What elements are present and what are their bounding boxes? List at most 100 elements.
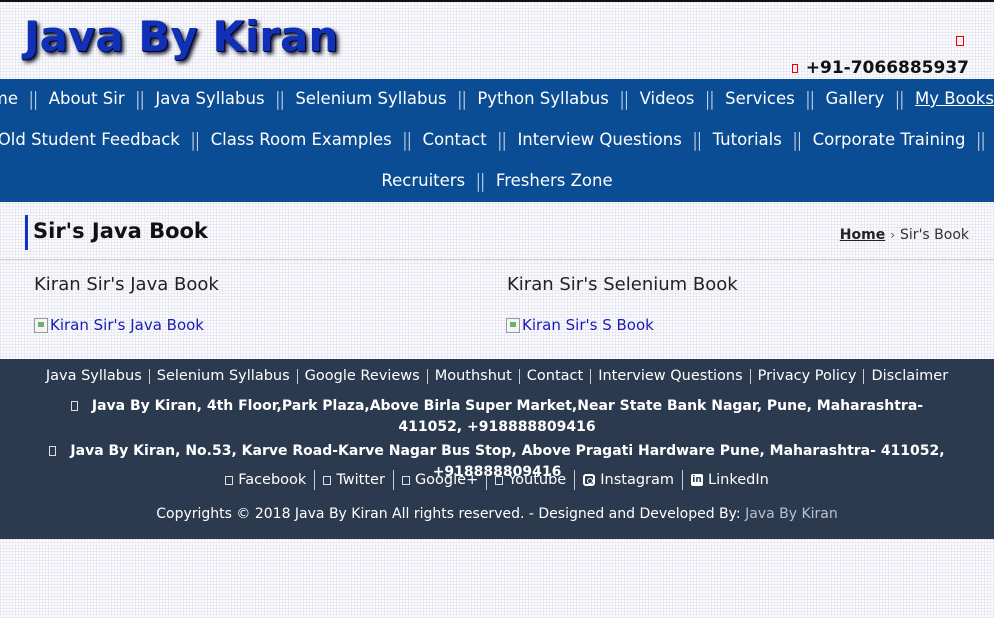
nav-java-syllabus[interactable]: Java Syllabus	[155, 89, 264, 108]
nav-separator: ||	[619, 90, 629, 111]
nav-separator: ||	[476, 172, 485, 193]
nav-separator: ||	[402, 131, 412, 152]
selenium-book-heading: Kiran Sir's Selenium Book	[507, 274, 738, 295]
broken-image-icon	[506, 317, 520, 333]
nav-freshers-zone[interactable]: Freshers Zone	[496, 171, 613, 190]
site-header: Java By Kiran +91-7066885937	[0, 2, 994, 79]
social-facebook-link[interactable]: Facebook	[225, 472, 306, 488]
footer-separator	[518, 368, 520, 384]
nav-my-books[interactable]: My Books	[915, 89, 994, 108]
footer-address-1: Java By Kiran, 4th Floor,Park Plaza,Abov…	[0, 396, 994, 438]
facebook-icon	[225, 475, 234, 485]
social-separator	[574, 470, 576, 490]
nav-corporate-training[interactable]: Corporate Training	[813, 130, 966, 149]
breadcrumb-current: Sir's Book	[900, 227, 969, 243]
footer-separator	[296, 368, 298, 384]
youtube-label: Youtube	[508, 472, 567, 488]
nav-about-sir[interactable]: About Sir	[49, 89, 125, 108]
site-footer: Java Syllabus Selenium Syllabus Google R…	[0, 359, 994, 539]
breadcrumb-separator: ›	[890, 228, 896, 242]
copyright-text: Copyrights © 2018 Java By Kiran All righ…	[0, 506, 994, 522]
google-plus-icon	[401, 475, 410, 485]
java-book-image-alt[interactable]: Kiran Sir's Java Book	[50, 316, 204, 334]
nav-separator: ||	[29, 90, 38, 111]
nav-python-syllabus[interactable]: Python Syllabus	[477, 89, 608, 108]
social-linkedin-link[interactable]: in LinkedIn	[691, 472, 769, 488]
footer-separator	[590, 368, 592, 384]
youtube-icon	[495, 475, 504, 485]
linkedin-icon: in	[691, 474, 704, 486]
nav-class-room-examples[interactable]: Class Room Examples	[211, 130, 392, 149]
footer-link-google-reviews[interactable]: Google Reviews	[305, 368, 420, 384]
footer-separator	[148, 368, 150, 384]
nav-recruiters[interactable]: Recruiters	[381, 171, 465, 190]
nav-tutorials[interactable]: Tutorials	[713, 130, 782, 149]
instagram-icon	[583, 474, 596, 486]
social-separator	[314, 470, 316, 490]
footer-separator	[863, 368, 865, 384]
footer-link-privacy-policy[interactable]: Privacy Policy	[758, 368, 857, 384]
social-instagram-link[interactable]: Instagram	[583, 472, 674, 488]
developer-credit-link[interactable]: Java By Kiran	[745, 506, 838, 522]
footer-link-java-syllabus[interactable]: Java Syllabus	[46, 368, 142, 384]
social-separator	[486, 470, 488, 490]
footer-link-mouthshut[interactable]: Mouthshut	[435, 368, 512, 384]
address-1-text: Java By Kiran, 4th Floor,Park Plaza,Abov…	[91, 398, 924, 435]
nav-gallery[interactable]: Gallery	[826, 89, 885, 108]
nav-separator: ||	[135, 90, 145, 111]
social-separator	[392, 470, 394, 490]
nav-separator: ||	[976, 131, 986, 152]
nav-home[interactable]: Home	[0, 89, 18, 108]
footer-separator	[426, 368, 428, 384]
selenium-book-image-alt[interactable]: Kiran Sir's S Book	[522, 316, 654, 334]
java-book-heading: Kiran Sir's Java Book	[34, 274, 219, 295]
phone-number: +91-7066885937	[805, 58, 969, 78]
social-links: Facebook Twitter Google+ Youtube Instagr…	[0, 470, 994, 490]
footer-link-disclaimer[interactable]: Disclaimer	[871, 368, 948, 384]
footer-link-interview-questions[interactable]: Interview Questions	[598, 368, 742, 384]
nav-separator: ||	[497, 131, 507, 152]
copyright-statement: Copyrights © 2018 Java By Kiran All righ…	[156, 506, 741, 522]
facebook-label: Facebook	[238, 472, 307, 488]
page-title: Sir's Java Book	[33, 219, 208, 243]
nav-services[interactable]: Services	[725, 89, 795, 108]
nav-contact[interactable]: Contact	[422, 130, 486, 149]
selenium-book-image-link[interactable]: Kiran Sir's S Book	[506, 316, 654, 334]
nav-videos[interactable]: Videos	[640, 89, 695, 108]
java-book-image-link[interactable]: Kiran Sir's Java Book	[34, 316, 204, 334]
nav-separator: ||	[457, 90, 467, 111]
social-twitter-link[interactable]: Twitter	[323, 472, 385, 488]
nav-separator: ||	[275, 90, 285, 111]
twitter-icon	[323, 475, 332, 485]
location-icon	[70, 401, 78, 411]
nav-interview-questions[interactable]: Interview Questions	[517, 130, 681, 149]
breadcrumb: Home › Sir's Book	[840, 227, 969, 243]
site-logo[interactable]: Java By Kiran	[24, 12, 338, 61]
footer-separator	[749, 368, 751, 384]
broken-glyph-icon	[956, 36, 964, 46]
nav-selenium-syllabus[interactable]: Selenium Syllabus	[295, 89, 446, 108]
breadcrumb-home-link[interactable]: Home	[840, 227, 885, 243]
social-separator	[682, 470, 684, 490]
nav-row-1: Home || About Sir || Java Syllabus || Se…	[0, 89, 994, 111]
location-icon	[49, 446, 57, 456]
title-accent-bar	[25, 215, 28, 250]
phone-icon	[791, 63, 798, 73]
google-plus-label: Google+	[414, 472, 479, 488]
linkedin-label: LinkedIn	[708, 472, 769, 488]
nav-separator: ||	[792, 131, 802, 152]
nav-old-student-feedback[interactable]: Old Student Feedback	[0, 130, 180, 149]
main-navigation: Home || About Sir || Java Syllabus || Se…	[0, 79, 994, 202]
header-phone: +91-7066885937	[791, 58, 969, 78]
footer-link-selenium-syllabus[interactable]: Selenium Syllabus	[157, 368, 290, 384]
footer-links: Java Syllabus Selenium Syllabus Google R…	[0, 368, 994, 384]
footer-link-contact[interactable]: Contact	[527, 368, 583, 384]
nav-row-2: Old Student Feedback || Class Room Examp…	[0, 130, 994, 152]
social-google-plus-link[interactable]: Google+	[401, 472, 479, 488]
nav-row-3: Recruiters || Freshers Zone	[0, 171, 994, 193]
nav-separator: ||	[692, 131, 702, 152]
page-title-bar: Sir's Java Book Home › Sir's Book	[0, 212, 994, 260]
instagram-label: Instagram	[600, 472, 675, 488]
nav-separator: ||	[895, 90, 905, 111]
social-youtube-link[interactable]: Youtube	[495, 472, 566, 488]
